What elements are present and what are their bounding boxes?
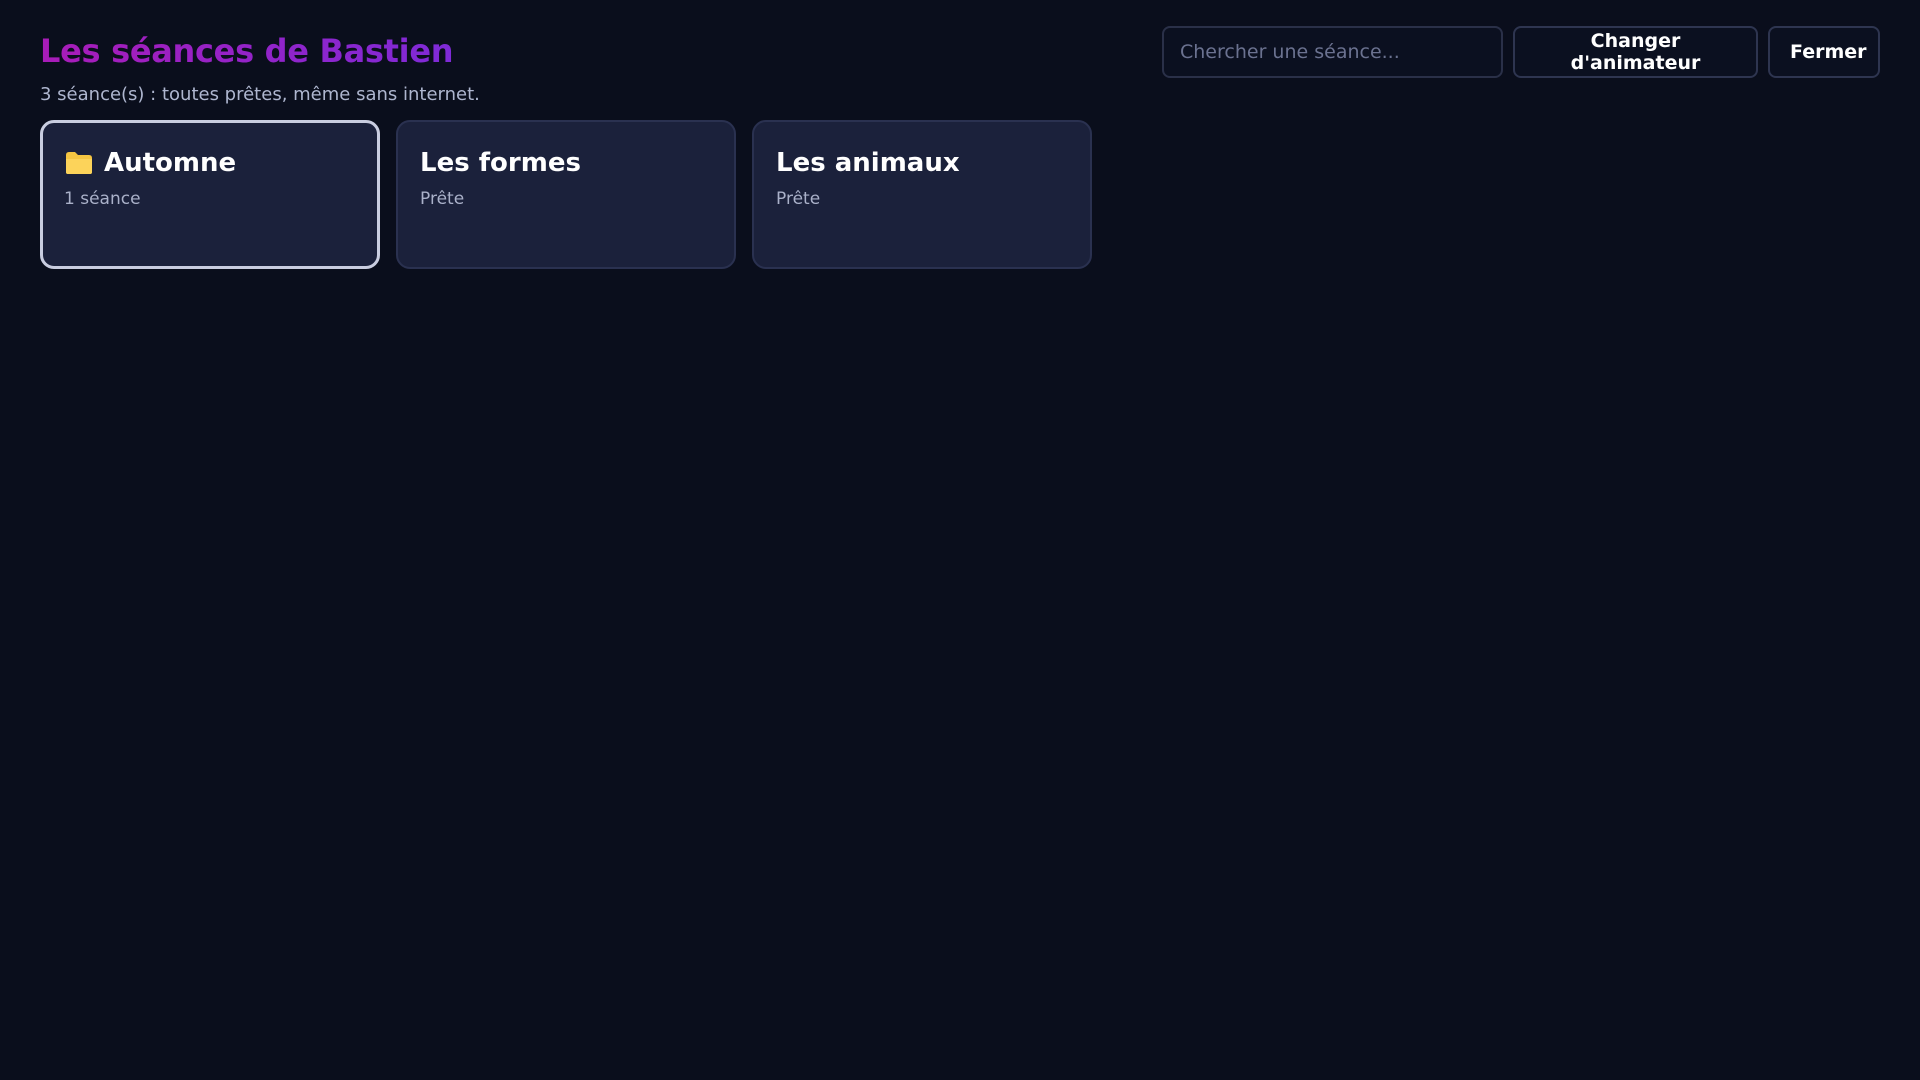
card-title: Les animaux — [776, 148, 960, 178]
card-title: Les formes — [420, 148, 581, 178]
session-card-automne[interactable]: Automne 1 séance — [40, 120, 380, 269]
header: Les séances de Bastien 3 séance(s) : tou… — [40, 28, 480, 106]
card-title: Automne — [104, 148, 237, 178]
card-title-row: Automne — [64, 144, 356, 182]
card-title-row: Les animaux — [776, 144, 1068, 182]
card-subtitle: 1 séance — [64, 189, 141, 209]
session-card-les-animaux[interactable]: Les animaux Prête — [752, 120, 1092, 269]
page-title: Les séances de Bastien — [40, 28, 480, 74]
folder-icon — [64, 150, 94, 176]
page: Les séances de Bastien 3 séance(s) : tou… — [0, 0, 1920, 1080]
page-subtitle: 3 séance(s) : toutes prêtes, même sans i… — [40, 84, 480, 105]
toolbar: Changer d'animateur Fermer — [1162, 26, 1880, 78]
card-status: Prête — [776, 189, 821, 209]
session-grid: Automne 1 séance Les formes Prête Les an… — [40, 120, 1092, 269]
change-animator-button[interactable]: Changer d'animateur — [1513, 26, 1758, 78]
search-input[interactable] — [1162, 26, 1503, 78]
card-status: Prête — [420, 189, 465, 209]
session-card-les-formes[interactable]: Les formes Prête — [396, 120, 736, 269]
close-button[interactable]: Fermer — [1768, 26, 1880, 78]
card-title-row: Les formes — [420, 144, 712, 182]
